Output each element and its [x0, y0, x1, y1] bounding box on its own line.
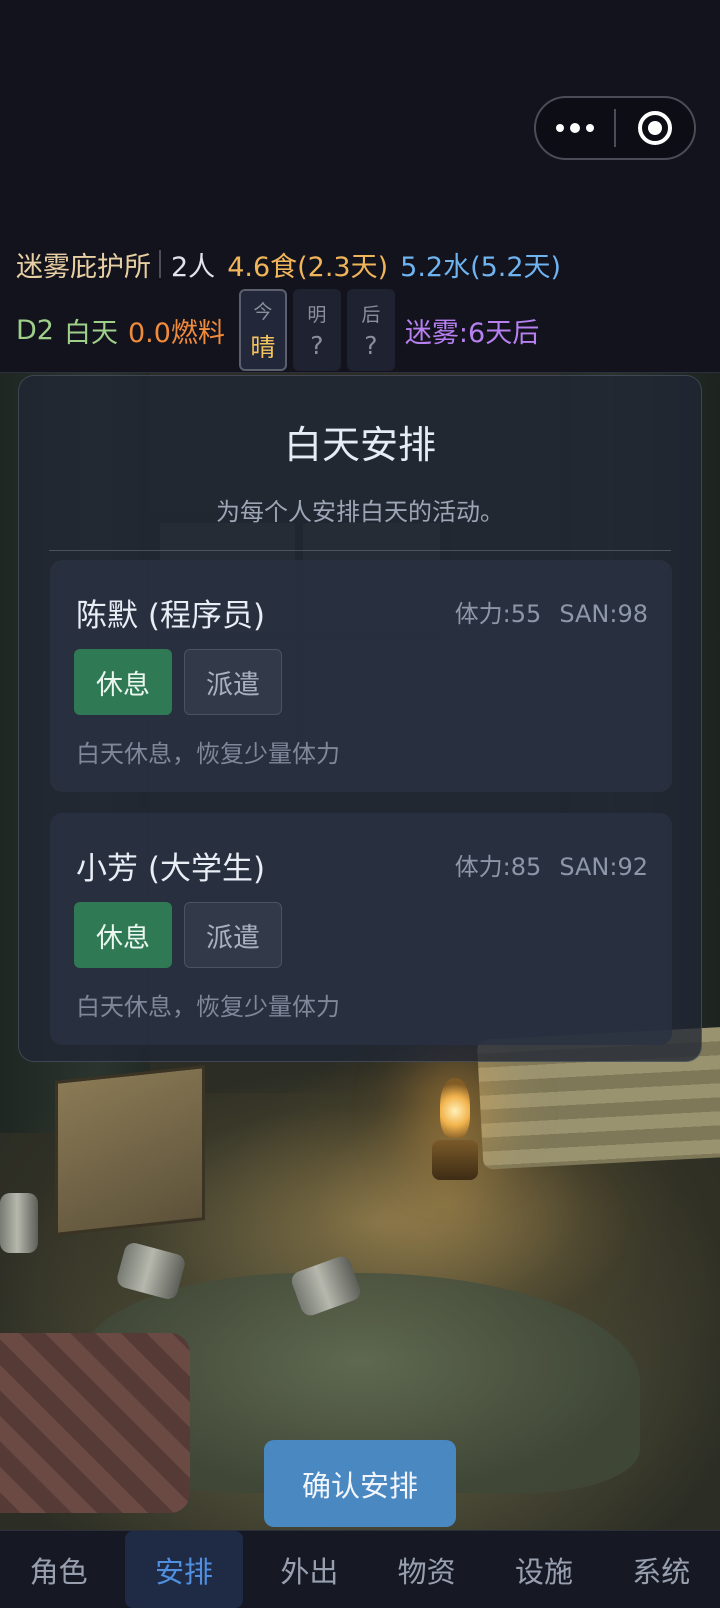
divider	[159, 250, 161, 278]
rest-button[interactable]: 休息	[74, 902, 172, 968]
member-stats: 体力:55 SAN:98	[455, 594, 648, 629]
people-count: 2人	[171, 251, 216, 283]
activity-description: 白天休息，恢复少量体力	[76, 993, 340, 1021]
panel-subtitle: 为每个人安排白天的活动。	[216, 498, 504, 526]
forecast-value: ?	[364, 331, 378, 360]
member-name: 陈默 (程序员)	[76, 598, 266, 634]
tab-character[interactable]: 角色	[0, 1531, 117, 1608]
rest-button[interactable]: 休息	[74, 649, 172, 715]
member-card: 陈默 (程序员) 体力:55 SAN:98 休息 派遣 白天休息，恢复少量体力	[50, 560, 672, 792]
more-menu-icon[interactable]	[536, 98, 614, 158]
forecast-day-after: 后 ?	[346, 289, 395, 371]
forecast-value: ?	[310, 331, 324, 360]
oil-lamp-icon	[432, 1078, 478, 1188]
food-status: 4.6食(2.3天)	[227, 251, 389, 283]
forecast-label: 后	[361, 304, 381, 326]
forecast-tomorrow: 明 ?	[292, 289, 341, 371]
tab-facilities[interactable]: 设施	[485, 1531, 602, 1608]
water-status: 5.2水(5.2天)	[400, 251, 562, 283]
shelter-name: 迷雾庇护所	[16, 251, 151, 283]
forecast-today: 今 晴	[238, 289, 287, 371]
member-name: 小芳 (大学生)	[76, 851, 266, 887]
stamina-value: 体力:85	[454, 853, 542, 881]
san-value: SAN:98	[559, 600, 648, 628]
bottom-tab-bar: 角色 安排 外出 物资 设施 系统	[0, 1530, 720, 1608]
day-arrangement-panel: 白天安排 为每个人安排白天的活动。 陈默 (程序员) 体力:55 SAN:98 休…	[18, 375, 702, 1062]
fuel-status: 0.0燃料	[127, 317, 225, 349]
panel-divider	[49, 550, 671, 551]
member-card: 小芳 (大学生) 体力:85 SAN:92 休息 派遣 白天休息，恢复少量体力	[50, 813, 672, 1045]
time-row: D2 白天 0.0燃料 今 晴 明 ? 后 ? 迷雾:6天后	[16, 289, 540, 371]
miniprogram-capsule	[534, 96, 696, 160]
resource-row: 迷雾庇护所 2人 4.6食(2.3天) 5.2水(5.2天)	[16, 240, 561, 288]
tab-arrange[interactable]: 安排	[125, 1531, 243, 1608]
close-miniprogram-icon[interactable]	[616, 98, 694, 158]
fog-countdown: 迷雾:6天后	[404, 317, 540, 349]
tab-outing[interactable]: 外出	[251, 1531, 368, 1608]
activity-description: 白天休息，恢复少量体力	[76, 740, 340, 768]
forecast-label: 明	[307, 304, 327, 326]
time-of-day: 白天	[63, 317, 118, 349]
status-header: 迷雾庇护所 2人 4.6食(2.3天) 5.2水(5.2天) D2 白天 0.0…	[0, 0, 720, 373]
confirm-arrangement-button[interactable]: 确认安排	[264, 1440, 456, 1527]
san-value: SAN:92	[559, 853, 648, 881]
panel-title: 白天安排	[283, 423, 436, 467]
stamina-value: 体力:55	[454, 600, 542, 628]
member-stats: 体力:85 SAN:92	[455, 847, 648, 882]
forecast-value: 晴	[250, 332, 276, 362]
dispatch-button[interactable]: 派遣	[184, 649, 282, 715]
day-counter: D2	[16, 314, 54, 346]
forecast-label: 今	[253, 300, 273, 323]
dispatch-button[interactable]: 派遣	[184, 902, 282, 968]
tab-supplies[interactable]: 物资	[368, 1531, 485, 1608]
tab-system[interactable]: 系统	[603, 1531, 720, 1608]
